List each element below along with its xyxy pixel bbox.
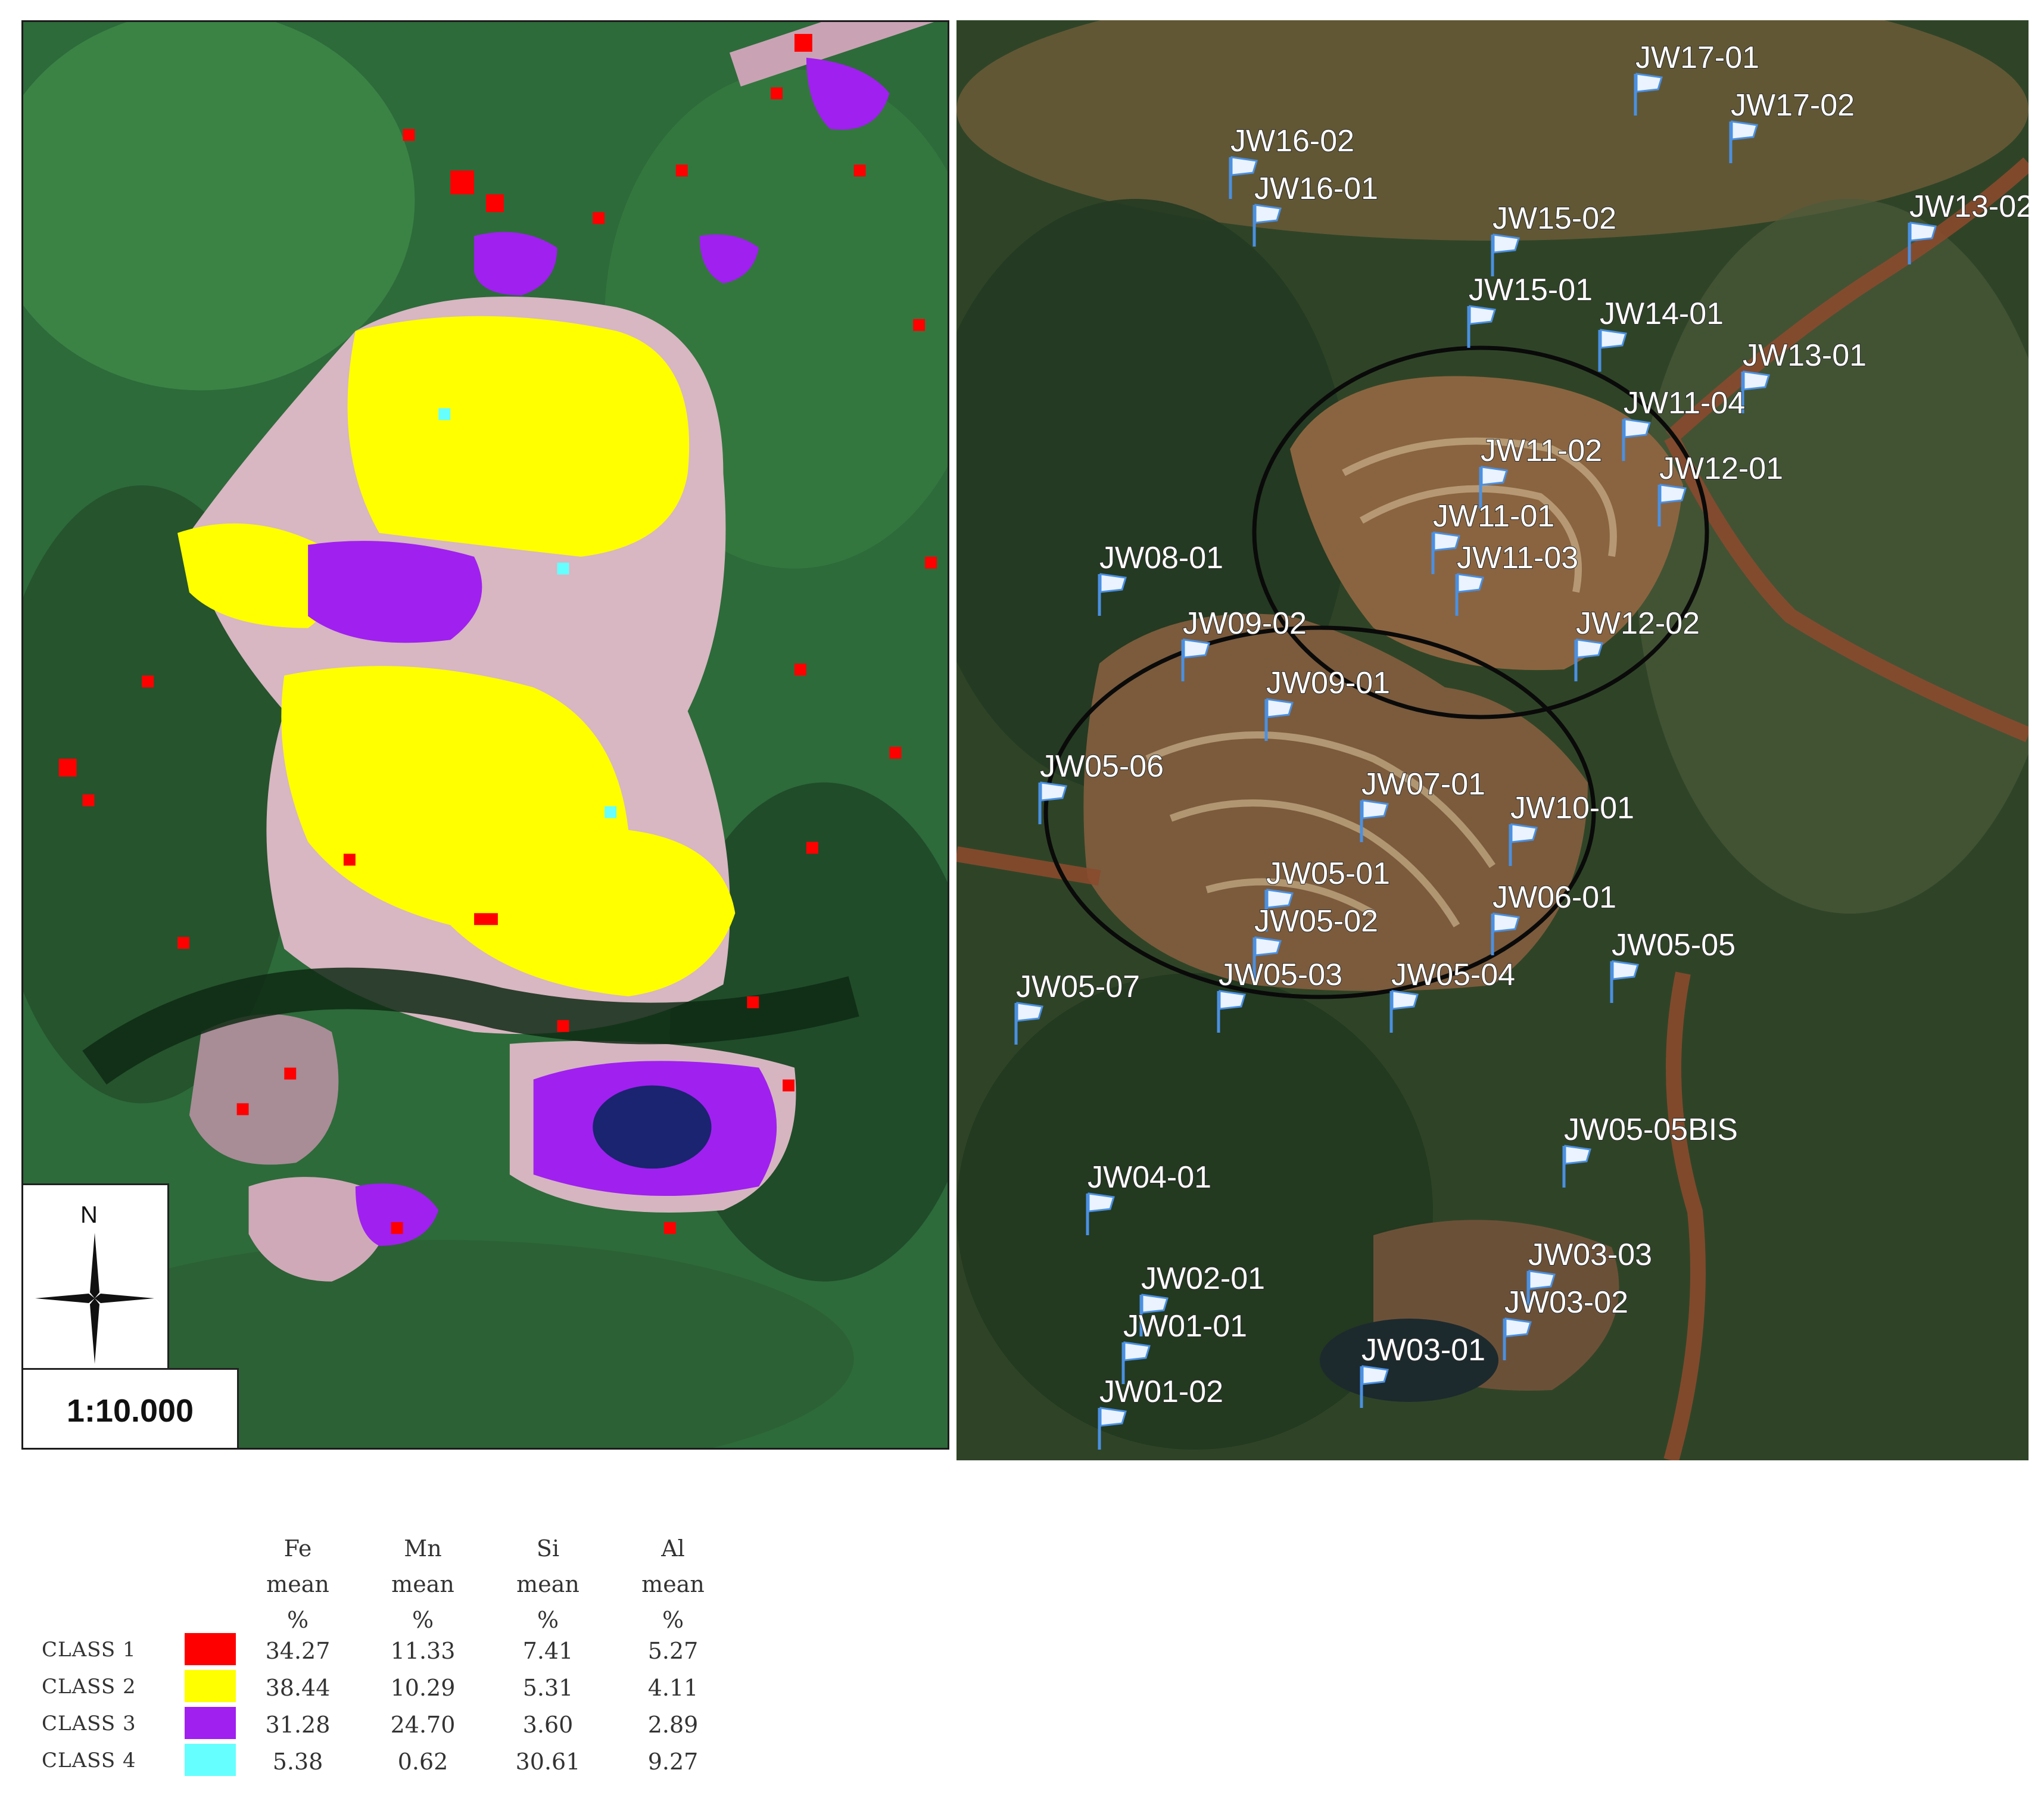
header-unit: %	[662, 1607, 684, 1633]
sample-label: JW02-01	[1141, 1261, 1265, 1296]
class-label: CLASS 3	[42, 1712, 136, 1735]
sample-label: JW03-02	[1504, 1285, 1628, 1320]
header-mn: Mn mean %	[369, 1531, 476, 1638]
sample-label: JW11-03	[1457, 541, 1578, 575]
sample-label: JW11-01	[1433, 499, 1554, 534]
sample-label: JW17-01	[1635, 40, 1759, 75]
class-value: 34.27	[265, 1638, 331, 1664]
class-swatch	[185, 1744, 236, 1776]
scale-label: 1:10.000	[66, 1392, 194, 1429]
header-al: Al mean %	[619, 1531, 727, 1638]
legend-table: Fe mean % Mn mean % Si mean % Al mean % …	[42, 1531, 756, 1781]
header-element: Al	[661, 1535, 685, 1562]
header-unit: %	[412, 1607, 434, 1633]
class-value: 31.28	[265, 1712, 331, 1738]
sample-label: JW17-02	[1731, 88, 1855, 123]
sample-label: JW07-01	[1361, 767, 1485, 802]
classified-map-panel: N 1:10.000	[21, 20, 949, 1450]
header-element: Si	[536, 1535, 560, 1562]
class-value: 38.44	[265, 1675, 331, 1701]
sample-label: JW13-01	[1743, 338, 1867, 373]
class-value: 9.27	[647, 1749, 699, 1775]
sample-label: JW05-03	[1219, 958, 1342, 992]
sample-label: JW16-01	[1254, 172, 1378, 206]
sample-label: JW13-02	[1909, 189, 2029, 224]
class-value: 11.33	[390, 1638, 456, 1664]
sample-label: JW03-01	[1361, 1333, 1485, 1367]
sample-label: JW15-01	[1469, 273, 1593, 307]
class-value: 24.70	[390, 1712, 456, 1738]
class-swatch	[185, 1670, 236, 1702]
sample-label: JW05-01	[1266, 856, 1390, 891]
sample-label: JW05-02	[1254, 904, 1378, 939]
sample-label: JW09-01	[1266, 666, 1390, 700]
sample-label: JW05-05BIS	[1564, 1113, 1738, 1147]
header-unit: %	[537, 1607, 559, 1633]
class-label: CLASS 2	[42, 1675, 136, 1699]
north-label: N	[80, 1202, 98, 1228]
header-stat: mean	[266, 1571, 329, 1597]
north-arrow-box: N	[23, 1183, 169, 1370]
sample-label: JW14-01	[1600, 297, 1724, 331]
class-swatch	[185, 1633, 236, 1665]
sample-label: JW04-01	[1088, 1160, 1211, 1195]
header-element: Mn	[404, 1535, 442, 1562]
class-value: 2.89	[647, 1712, 699, 1738]
header-stat: mean	[391, 1571, 454, 1597]
class-value: 7.41	[522, 1638, 574, 1664]
header-stat: mean	[641, 1571, 705, 1597]
sample-label: JW11-02	[1481, 434, 1602, 468]
compass-icon	[35, 1233, 154, 1364]
sample-label: JW05-07	[1016, 970, 1140, 1004]
sample-label: JW05-06	[1040, 749, 1164, 784]
sample-label: JW06-01	[1493, 880, 1616, 915]
class-value: 5.38	[272, 1749, 323, 1775]
class-value: 10.29	[390, 1675, 456, 1701]
class-label: CLASS 4	[42, 1749, 136, 1772]
header-fe: Fe mean %	[244, 1531, 351, 1638]
sample-label: JW05-04	[1391, 958, 1515, 992]
sample-label: JW09-02	[1183, 606, 1307, 641]
sample-label: JW16-02	[1230, 124, 1354, 158]
class-value: 4.11	[647, 1675, 699, 1701]
class-value: 5.27	[647, 1638, 699, 1664]
sample-label: JW15-02	[1493, 201, 1616, 236]
class-swatch	[185, 1707, 236, 1739]
class-value: 30.61	[515, 1749, 581, 1775]
sample-label: JW11-04	[1624, 386, 1745, 420]
sample-label: JW08-01	[1099, 541, 1223, 575]
class-value: 3.60	[522, 1712, 574, 1738]
satellite-map-image: JW17-01 JW17-02 JW16-02 JW16-01 JW15-02 JW13-…	[956, 20, 2029, 1460]
class-label: CLASS 1	[42, 1638, 136, 1662]
satellite-map-panel: JW17-01 JW17-02 JW16-02 JW16-01 JW15-02 JW13-…	[956, 20, 2029, 1460]
sample-label: JW12-01	[1659, 451, 1783, 486]
class-value: 5.31	[522, 1675, 574, 1701]
header-unit: %	[286, 1607, 309, 1633]
class-value: 0.62	[397, 1749, 448, 1775]
sample-label: JW05-05	[1612, 928, 1735, 962]
sample-label: JW01-02	[1099, 1375, 1223, 1409]
scale-box: 1:10.000	[23, 1368, 239, 1448]
sample-label: JW10-01	[1510, 791, 1634, 825]
header-stat: mean	[516, 1571, 579, 1597]
sample-label: JW03-03	[1528, 1238, 1652, 1272]
sample-label: JW01-01	[1123, 1309, 1247, 1344]
header-element: Fe	[283, 1535, 312, 1562]
header-si: Si mean %	[494, 1531, 602, 1638]
sample-label: JW12-02	[1576, 606, 1700, 641]
